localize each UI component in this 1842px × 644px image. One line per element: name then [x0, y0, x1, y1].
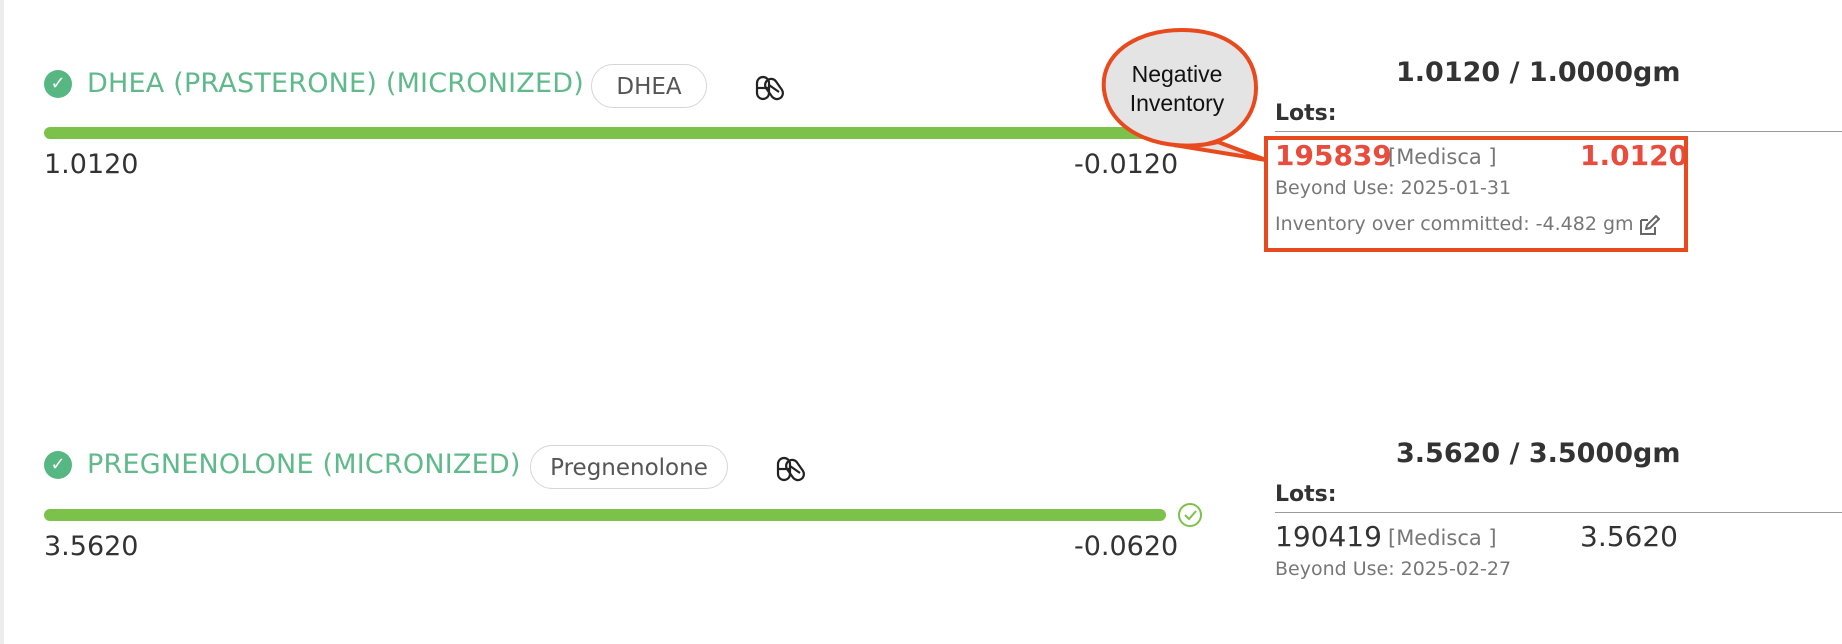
check-circle-icon: ✓	[44, 70, 72, 98]
lot-beyond-use: Beyond Use: 2025-02-27	[1275, 558, 1512, 580]
callout-text: Negative Inventory	[1129, 61, 1225, 116]
lots-label: Lots:	[1275, 482, 1337, 507]
progress-remaining-value: -0.0620	[1074, 531, 1179, 562]
lot-supplier: [Medisca ]	[1388, 526, 1497, 550]
ingredient-name[interactable]: PREGNENOLONE (MICRONIZED)	[87, 449, 521, 480]
lots-divider	[1275, 512, 1842, 513]
negative-inventory-highlight	[1264, 136, 1688, 252]
quantity-totals: 1.0120 / 1.0000gm	[1396, 57, 1681, 88]
ingredient-name[interactable]: DHEA (PRASTERONE) (MICRONIZED)	[87, 68, 584, 99]
quantity-totals: 3.5620 / 3.5000gm	[1396, 438, 1681, 469]
check-circle-icon: ✓	[44, 451, 72, 479]
lots-label: Lots:	[1275, 101, 1337, 126]
ingredient-chip[interactable]: DHEA	[591, 64, 707, 108]
check-circle-outline-icon	[1178, 503, 1202, 527]
lot-number[interactable]: 190419	[1275, 520, 1382, 553]
lot-quantity: 3.5620	[1580, 520, 1678, 553]
capsule-icon[interactable]	[776, 455, 808, 483]
progress-start-value: 1.0120	[44, 149, 139, 180]
progress-start-value: 3.5620	[44, 531, 139, 562]
capsule-icon[interactable]	[755, 74, 787, 102]
ingredient-chip[interactable]: Pregnenolone	[530, 445, 728, 489]
progress-bar	[44, 127, 1166, 139]
progress-bar	[44, 509, 1166, 521]
lots-divider	[1275, 131, 1842, 132]
left-divider	[0, 0, 4, 644]
